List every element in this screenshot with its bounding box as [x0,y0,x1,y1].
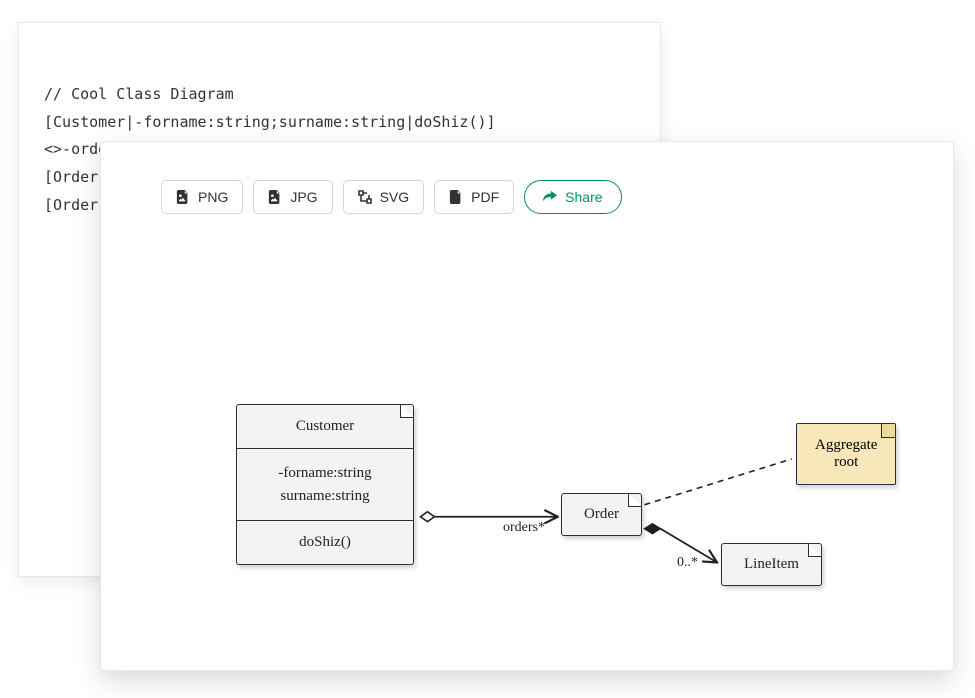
note-text: root [815,454,877,471]
note-text: Aggregate [815,437,877,454]
class-customer[interactable]: Customer -forname:string surname:string … [236,404,414,565]
share-icon [543,190,557,204]
class-methods: doShiz() [237,521,413,564]
diagram-canvas[interactable]: Customer -forname:string surname:string … [101,242,953,670]
note-aggregate-root[interactable]: Aggregate root [796,423,896,485]
share-button[interactable]: Share [524,180,621,214]
diagram-panel: PNG JPG SVG PDF Share Customer -forname:… [100,141,954,671]
button-label: PDF [471,189,499,205]
export-svg-button[interactable]: SVG [343,180,425,214]
code-line: [Customer|-forname:string;surname:string… [44,113,496,131]
class-name: Order [584,506,619,522]
export-png-button[interactable]: PNG [161,180,243,214]
export-toolbar: PNG JPG SVG PDF Share [161,180,622,214]
edge-label-multiplicity: 0..* [677,555,698,571]
class-name: Customer [237,405,413,449]
export-jpg-button[interactable]: JPG [253,180,332,214]
file-image-icon [176,190,190,204]
class-attributes: -forname:string surname:string [237,449,413,521]
class-order[interactable]: Order [561,493,642,536]
edge-label-orders: orders* [503,520,545,536]
export-pdf-button[interactable]: PDF [434,180,514,214]
file-image-icon [268,190,282,204]
button-label: JPG [290,189,317,205]
class-lineitem[interactable]: LineItem [721,543,822,586]
attr-line: -forname:string [251,462,399,485]
attr-line: surname:string [251,485,399,508]
button-label: Share [565,189,602,205]
button-label: SVG [380,189,410,205]
vector-icon [358,190,372,204]
file-pdf-icon [449,190,463,204]
class-name: LineItem [744,556,799,572]
button-label: PNG [198,189,228,205]
code-line: // Cool Class Diagram [44,85,234,103]
